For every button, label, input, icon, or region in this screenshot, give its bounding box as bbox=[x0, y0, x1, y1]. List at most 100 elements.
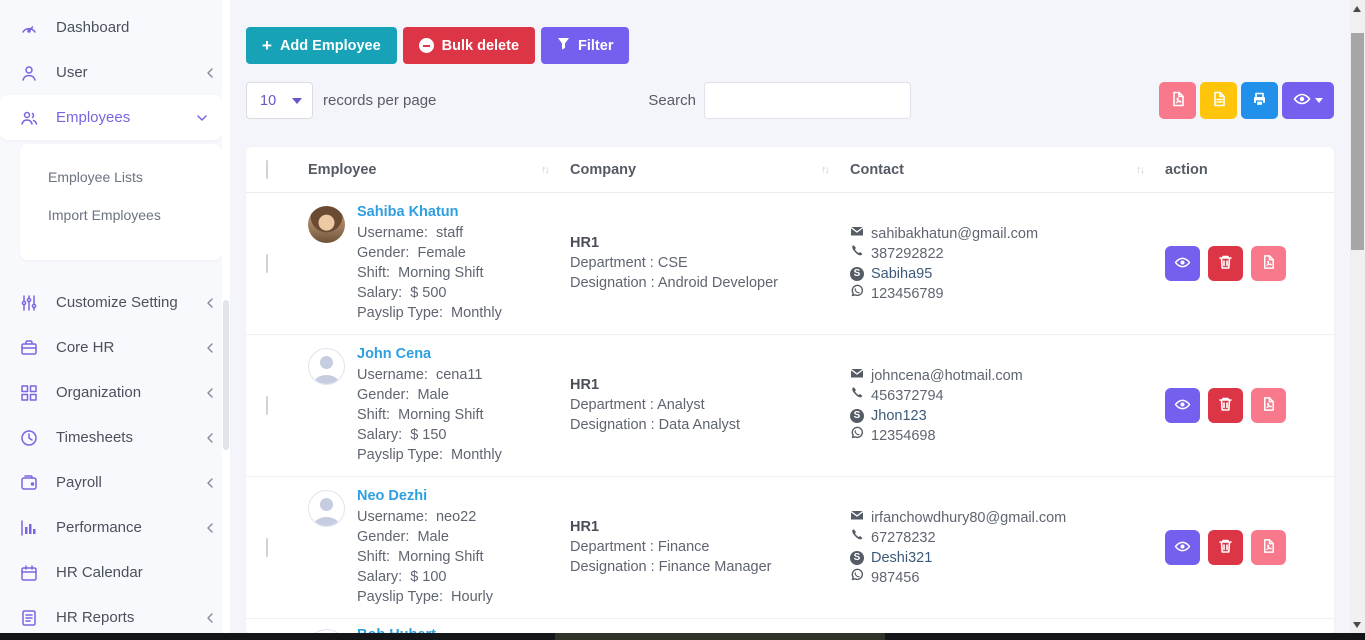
view-button[interactable] bbox=[1165, 246, 1200, 281]
printer-icon bbox=[1251, 91, 1268, 111]
export-pdf-button[interactable] bbox=[1159, 82, 1196, 119]
sidebar-item-payroll[interactable]: Payroll bbox=[0, 460, 230, 505]
sliders-icon bbox=[18, 292, 40, 314]
row-checkbox[interactable] bbox=[266, 254, 268, 273]
column-header-action: action bbox=[1165, 162, 1334, 178]
filter-button[interactable]: Filter bbox=[541, 27, 629, 64]
page-scrollbar[interactable] bbox=[1350, 0, 1365, 640]
grid-icon bbox=[18, 382, 40, 404]
sidebar-item-user[interactable]: User bbox=[0, 50, 230, 95]
export-csv-button[interactable] bbox=[1200, 82, 1237, 119]
sidebar-item-timesheets[interactable]: Timesheets bbox=[0, 415, 230, 460]
employee-name-link[interactable]: Neo Dezhi bbox=[357, 488, 493, 504]
delete-button[interactable] bbox=[1208, 388, 1243, 423]
search-input[interactable] bbox=[704, 82, 911, 119]
dashboard-icon bbox=[18, 17, 40, 39]
chevron-left-icon bbox=[204, 522, 216, 534]
sidebar-item-organization[interactable]: Organization bbox=[0, 370, 230, 415]
phone-icon bbox=[850, 386, 864, 406]
column-header-employee[interactable]: Employee ↑↓ bbox=[308, 162, 570, 178]
minus-circle-icon bbox=[419, 38, 434, 53]
email-icon bbox=[850, 224, 864, 244]
sidebar-item-hr-calendar[interactable]: HR Calendar bbox=[0, 550, 230, 595]
table-header-row: Employee ↑↓ Company ↑↓ Contact ↑↓ action bbox=[246, 147, 1334, 193]
sidebar-scrollbar-thumb[interactable] bbox=[223, 300, 229, 450]
whatsapp-icon bbox=[850, 568, 864, 588]
toolbar: + Add Employee Bulk delete Filter bbox=[246, 27, 1334, 64]
scroll-up-arrow[interactable] bbox=[1353, 6, 1361, 12]
file-pdf-icon bbox=[1170, 91, 1186, 110]
sort-icon[interactable]: ↑↓ bbox=[541, 164, 548, 176]
employee-name-link[interactable]: Sahiba Khatun bbox=[357, 204, 502, 220]
chevron-left-icon bbox=[204, 67, 216, 79]
export-buttons bbox=[1159, 82, 1334, 119]
sidebar-item-employees[interactable]: Employees bbox=[0, 95, 222, 140]
sort-icon[interactable]: ↑↓ bbox=[1136, 164, 1143, 176]
avatar bbox=[308, 206, 345, 243]
view-button[interactable] bbox=[1165, 388, 1200, 423]
file-pdf-icon bbox=[1261, 538, 1276, 557]
add-employee-button[interactable]: + Add Employee bbox=[246, 27, 397, 64]
caret-down-icon bbox=[292, 98, 302, 104]
company-name: HR1 bbox=[570, 377, 850, 393]
chevron-left-icon bbox=[204, 477, 216, 489]
chevron-left-icon bbox=[204, 432, 216, 444]
employee-name-link[interactable]: John Cena bbox=[357, 346, 502, 362]
row-checkbox[interactable] bbox=[266, 538, 268, 557]
search-group: Search bbox=[648, 82, 911, 119]
trash-icon bbox=[1218, 254, 1233, 273]
eye-icon bbox=[1293, 92, 1311, 109]
sidebar-item-label: HR Reports bbox=[56, 609, 204, 626]
page-scrollbar-thumb[interactable] bbox=[1351, 33, 1364, 250]
pdf-button[interactable] bbox=[1251, 388, 1286, 423]
sort-icon[interactable]: ↑↓ bbox=[821, 164, 828, 176]
pdf-button[interactable] bbox=[1251, 530, 1286, 565]
pdf-button[interactable] bbox=[1251, 246, 1286, 281]
user-icon bbox=[18, 62, 40, 84]
submenu-item-import-employees[interactable]: Import Employees bbox=[20, 196, 222, 234]
delete-button[interactable] bbox=[1208, 530, 1243, 565]
sidebar: Dashboard User Employees Employee Lists … bbox=[0, 0, 230, 640]
phone-icon bbox=[850, 244, 864, 264]
email-icon bbox=[850, 508, 864, 528]
column-header-contact[interactable]: Contact ↑↓ bbox=[850, 162, 1165, 178]
records-per-page-select[interactable]: 10 bbox=[246, 82, 313, 119]
scroll-down-arrow[interactable] bbox=[1353, 622, 1361, 628]
column-visibility-button[interactable] bbox=[1282, 82, 1334, 119]
chevron-down-icon bbox=[196, 112, 208, 124]
sidebar-scrollbar[interactable] bbox=[222, 0, 230, 640]
eye-icon bbox=[1174, 540, 1191, 556]
caret-down-icon bbox=[1315, 98, 1323, 103]
sidebar-item-customize-setting[interactable]: Customize Setting bbox=[0, 280, 230, 325]
eye-icon bbox=[1174, 398, 1191, 414]
clock-icon bbox=[18, 427, 40, 449]
print-button[interactable] bbox=[1241, 82, 1278, 119]
row-checkbox[interactable] bbox=[266, 396, 268, 415]
bulk-delete-button[interactable]: Bulk delete bbox=[403, 27, 535, 64]
bar-chart-icon bbox=[18, 517, 40, 539]
hr-app-window: Dashboard User Employees Employee Lists … bbox=[0, 0, 1365, 640]
sidebar-item-dashboard[interactable]: Dashboard bbox=[0, 5, 230, 50]
view-button[interactable] bbox=[1165, 530, 1200, 565]
column-header-company[interactable]: Company ↑↓ bbox=[570, 162, 850, 178]
window-bottom-edge-segment bbox=[555, 633, 885, 640]
briefcase-icon bbox=[18, 337, 40, 359]
add-employee-label: Add Employee bbox=[280, 38, 381, 54]
eye-icon bbox=[1174, 256, 1191, 272]
select-all-checkbox[interactable] bbox=[266, 160, 268, 179]
sidebar-item-core-hr[interactable]: Core HR bbox=[0, 325, 230, 370]
chevron-left-icon bbox=[204, 297, 216, 309]
sidebar-item-label: Timesheets bbox=[56, 429, 204, 446]
main-content: + Add Employee Bulk delete Filter 10 rec… bbox=[230, 0, 1365, 640]
calendar-icon bbox=[18, 562, 40, 584]
whatsapp-icon bbox=[850, 426, 864, 446]
records-per-page-value: 10 bbox=[260, 93, 276, 109]
delete-button[interactable] bbox=[1208, 246, 1243, 281]
submenu-item-employee-lists[interactable]: Employee Lists bbox=[20, 158, 222, 196]
trash-icon bbox=[1218, 538, 1233, 557]
file-pdf-icon bbox=[1261, 254, 1276, 273]
avatar bbox=[308, 348, 345, 385]
sidebar-item-performance[interactable]: Performance bbox=[0, 505, 230, 550]
sidebar-item-label: HR Calendar bbox=[56, 564, 216, 581]
whatsapp-icon bbox=[850, 284, 864, 304]
